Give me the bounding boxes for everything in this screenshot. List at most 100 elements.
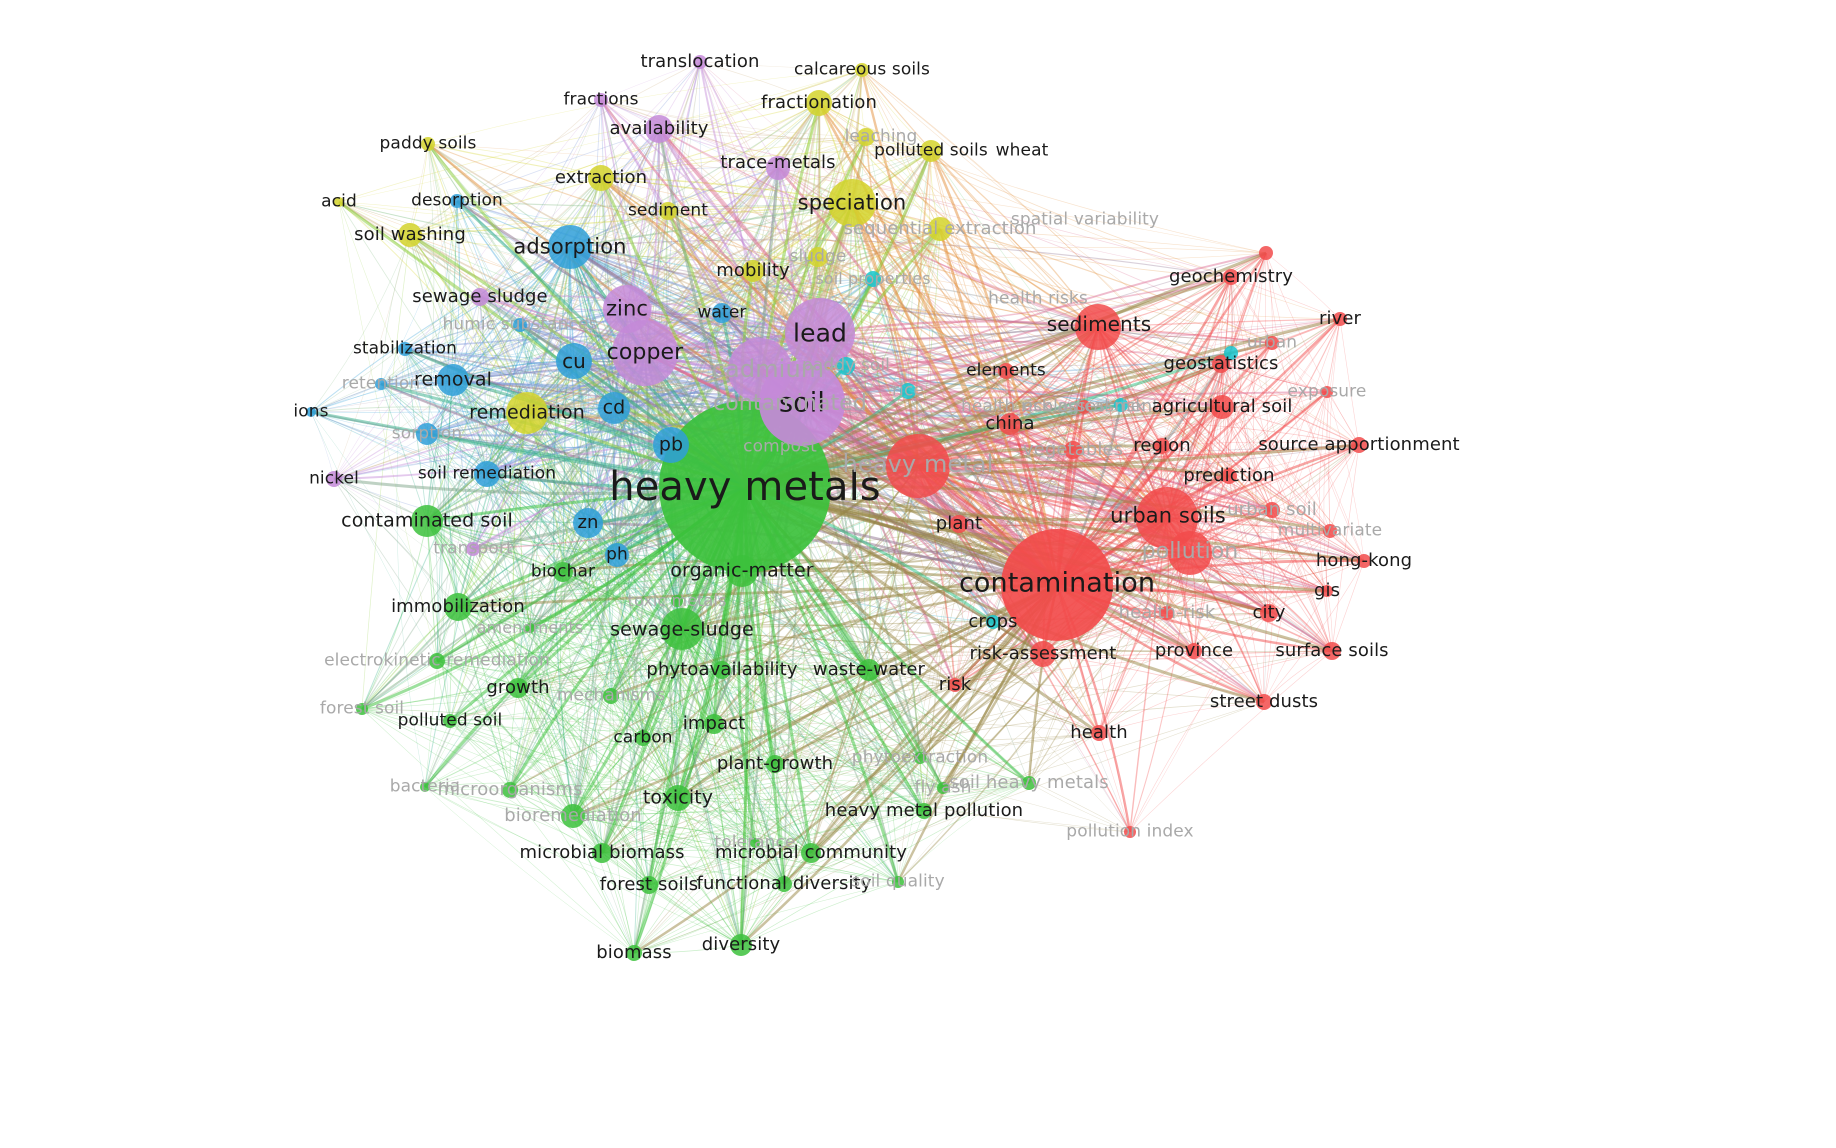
network-node[interactable] xyxy=(776,876,792,892)
network-node[interactable] xyxy=(750,838,760,848)
network-node[interactable] xyxy=(1077,400,1091,414)
network-node[interactable] xyxy=(598,392,630,424)
network-node[interactable] xyxy=(592,843,612,863)
network-node[interactable] xyxy=(1259,246,1273,260)
network-node[interactable] xyxy=(916,803,932,819)
network-node[interactable] xyxy=(548,225,592,269)
network-node[interactable] xyxy=(1030,641,1056,667)
network-node[interactable] xyxy=(892,876,904,888)
network-node[interactable] xyxy=(693,55,707,69)
network-node[interactable] xyxy=(950,515,968,533)
network-node[interactable] xyxy=(665,785,691,811)
network-node[interactable] xyxy=(1357,554,1371,568)
network-node[interactable] xyxy=(1210,395,1234,419)
network-node[interactable] xyxy=(914,752,926,764)
network-node[interactable] xyxy=(928,217,952,241)
network-node[interactable] xyxy=(437,364,469,396)
network-node[interactable] xyxy=(1160,606,1174,620)
network-node[interactable] xyxy=(774,441,786,453)
network-node[interactable] xyxy=(1221,468,1237,484)
network-node[interactable] xyxy=(1224,346,1238,360)
network-node[interactable] xyxy=(553,562,573,582)
network-node[interactable] xyxy=(1022,776,1036,790)
network-node[interactable] xyxy=(828,179,876,227)
network-node[interactable] xyxy=(398,223,422,247)
network-node[interactable] xyxy=(450,194,464,208)
network-node[interactable] xyxy=(326,471,342,487)
network-node[interactable] xyxy=(1264,502,1280,518)
network-node[interactable] xyxy=(704,714,724,734)
network-node[interactable] xyxy=(659,202,677,220)
network-node[interactable] xyxy=(306,407,316,417)
network-node[interactable] xyxy=(986,615,1000,629)
network-node[interactable] xyxy=(1124,826,1136,838)
network-node[interactable] xyxy=(525,623,535,633)
network-node[interactable] xyxy=(837,357,855,375)
network-node[interactable] xyxy=(1064,441,1082,459)
network-node[interactable] xyxy=(474,461,500,487)
network-node[interactable] xyxy=(713,661,731,679)
network-node[interactable] xyxy=(398,342,412,356)
network-node[interactable] xyxy=(645,115,673,143)
network-node[interactable] xyxy=(429,653,445,669)
network-node[interactable] xyxy=(801,843,821,863)
network-node[interactable] xyxy=(1321,386,1333,398)
network-node[interactable] xyxy=(766,156,790,180)
network-node[interactable] xyxy=(375,378,387,390)
network-node[interactable] xyxy=(573,508,603,538)
network-node[interactable] xyxy=(857,128,875,146)
network-node[interactable] xyxy=(1256,694,1272,710)
network-node[interactable] xyxy=(502,782,518,798)
network-node[interactable] xyxy=(1154,438,1170,454)
network-node[interactable] xyxy=(1323,642,1341,660)
network-node[interactable] xyxy=(506,392,548,434)
network-node[interactable] xyxy=(948,678,962,692)
network-node[interactable] xyxy=(730,934,752,956)
network-node[interactable] xyxy=(865,271,881,287)
network-node[interactable] xyxy=(603,688,619,704)
network-node[interactable] xyxy=(766,755,784,773)
network-node[interactable] xyxy=(806,90,832,116)
network-node[interactable] xyxy=(671,595,683,607)
network-node[interactable] xyxy=(998,363,1014,379)
network-node[interactable] xyxy=(411,505,443,537)
network-node[interactable] xyxy=(556,343,592,379)
network-node[interactable] xyxy=(742,260,764,282)
network-node[interactable] xyxy=(653,427,689,463)
network-node[interactable] xyxy=(513,318,527,332)
network-node[interactable] xyxy=(726,555,758,587)
network-node[interactable] xyxy=(420,782,430,792)
network-node[interactable] xyxy=(640,876,658,894)
network-node[interactable] xyxy=(1351,437,1367,453)
network-node[interactable] xyxy=(858,659,880,681)
network-node[interactable] xyxy=(594,93,608,107)
network-map-canvas[interactable]: heavy metals contamination soil lead copper z… xyxy=(0,0,1836,1148)
network-node[interactable] xyxy=(886,434,950,498)
network-node[interactable] xyxy=(635,730,651,746)
network-node[interactable] xyxy=(1114,398,1128,412)
network-node[interactable] xyxy=(937,782,949,794)
network-node[interactable] xyxy=(1091,725,1107,741)
network-node[interactable] xyxy=(1260,604,1278,622)
network-node[interactable] xyxy=(1001,529,1113,641)
network-node[interactable] xyxy=(1223,269,1239,285)
network-node[interactable] xyxy=(728,338,792,402)
network-node[interactable] xyxy=(444,593,472,621)
network-node[interactable] xyxy=(1321,585,1333,597)
network-node[interactable] xyxy=(999,413,1021,435)
network-node[interactable] xyxy=(561,804,585,828)
network-node[interactable] xyxy=(1265,336,1279,350)
network-node[interactable] xyxy=(661,608,703,650)
network-node[interactable] xyxy=(808,247,828,267)
network-node[interactable] xyxy=(443,714,457,728)
network-node[interactable] xyxy=(900,383,916,399)
network-node[interactable] xyxy=(855,63,869,77)
network-node[interactable] xyxy=(356,703,368,715)
network-node[interactable] xyxy=(1168,531,1212,575)
network-node[interactable] xyxy=(1333,312,1347,326)
network-node[interactable] xyxy=(508,678,528,698)
network-node[interactable] xyxy=(466,542,480,556)
network-node[interactable] xyxy=(603,285,651,333)
network-node[interactable] xyxy=(1186,643,1202,659)
network-node[interactable] xyxy=(1323,524,1337,538)
